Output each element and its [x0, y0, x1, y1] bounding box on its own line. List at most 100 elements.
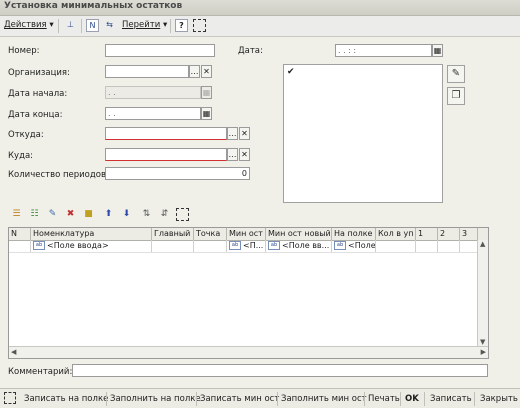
clear-button[interactable]: ✕	[201, 65, 212, 78]
move-down-icon[interactable]: ⬇	[120, 208, 133, 221]
cell-point[interactable]	[194, 240, 227, 252]
col-min-ost[interactable]: Мин ост	[227, 228, 266, 240]
write-button[interactable]: Записать	[430, 394, 472, 404]
select-button[interactable]: …	[189, 65, 200, 78]
col-1[interactable]: 1	[416, 228, 438, 240]
date-label: Дата:	[238, 46, 263, 56]
move-up-icon[interactable]: ⬆	[102, 208, 115, 221]
write-on-shelf-button[interactable]: Записать на полке	[24, 394, 108, 404]
separator	[400, 392, 401, 406]
cell-qty-pack[interactable]	[376, 240, 416, 252]
edit-row-icon[interactable]: ✎	[46, 208, 59, 221]
document-icon[interactable]: N	[86, 19, 99, 32]
scroll-right-icon[interactable]: ▶	[481, 348, 486, 356]
col-n[interactable]: N	[9, 228, 31, 240]
check-list[interactable]: ✔	[283, 64, 443, 203]
cell-n[interactable]	[9, 240, 31, 252]
copy-icon[interactable]: ❐	[447, 87, 465, 105]
sort-asc-icon[interactable]: ⇅	[140, 208, 153, 221]
scroll-down-icon[interactable]: ▼	[480, 338, 485, 346]
window-title: Установка минимальных остатков	[4, 1, 183, 11]
bottom-bar: Записать на полке Заполнить на полке Зап…	[0, 388, 520, 408]
separator	[474, 392, 475, 406]
calendar-icon[interactable]: ▦	[201, 107, 212, 120]
scroll-left-icon[interactable]: ◀	[11, 348, 16, 356]
customize-icon[interactable]	[193, 19, 206, 32]
vertical-scrollbar[interactable]: ▲ ▼	[477, 240, 488, 346]
comment-field[interactable]	[72, 364, 488, 377]
to-field[interactable]	[105, 148, 227, 161]
input-field-icon: ab	[268, 241, 280, 250]
scroll-up-icon[interactable]: ▲	[480, 240, 485, 248]
date-field[interactable]: . . : :	[335, 44, 432, 57]
from-field[interactable]	[105, 127, 227, 140]
col-2[interactable]: 2	[438, 228, 460, 240]
table-toolbar: ☰ ☷ ✎ ✖ ■ ⬆ ⬇ ⇅ ⇵	[8, 208, 208, 224]
input-field-icon: ab	[334, 241, 346, 250]
col-min-ost-new[interactable]: Мин ост новый	[266, 228, 332, 240]
select-button[interactable]: …	[227, 127, 238, 140]
select-button[interactable]: …	[227, 148, 238, 161]
cell-2[interactable]	[438, 240, 460, 252]
calendar-icon[interactable]: ▦	[201, 86, 212, 99]
related-docs-icon[interactable]: ⇆	[103, 19, 116, 32]
write-min-ost-button[interactable]: Записать мин ост	[200, 394, 279, 404]
goto-menu[interactable]: Перейти ▾	[122, 20, 167, 30]
fill-min-ost-button[interactable]: Заполнить мин ост	[281, 394, 367, 404]
sort-desc-icon[interactable]: ⇵	[158, 208, 171, 221]
organization-field[interactable]	[105, 65, 189, 78]
separator	[196, 392, 197, 406]
col-3[interactable]: 3	[460, 228, 478, 240]
save-icon[interactable]: ■	[82, 208, 95, 221]
delete-row-icon[interactable]: ✖	[64, 208, 77, 221]
end-date-field[interactable]: . .	[105, 107, 201, 120]
to-label: Куда:	[8, 151, 34, 161]
number-label: Номер:	[8, 46, 40, 56]
customize-icon[interactable]	[176, 208, 189, 221]
cell-min-ost[interactable]: ab <П...	[227, 240, 266, 252]
input-field-icon: ab	[33, 241, 45, 250]
cell-3[interactable]	[460, 240, 478, 252]
periods-field[interactable]: 0	[105, 167, 250, 180]
cell-min-ost-new[interactable]: ab <Поле вв...	[266, 240, 332, 252]
cell-main[interactable]	[152, 240, 194, 252]
col-on-shelf[interactable]: На полке	[332, 228, 376, 240]
col-nomenclature[interactable]: Номенклатура	[31, 228, 152, 240]
cell-nomenclature[interactable]: ab <Поле ввода>	[31, 240, 152, 252]
cell-1[interactable]	[416, 240, 438, 252]
horizontal-scrollbar[interactable]: ◀ ▶	[9, 346, 488, 358]
periods-label: Количество периодов:	[8, 170, 109, 180]
mark-all-icon[interactable]: ✎	[447, 65, 465, 83]
organization-label: Организация:	[8, 68, 70, 78]
clear-button[interactable]: ✕	[239, 127, 250, 140]
customize-icon[interactable]	[4, 392, 16, 404]
start-date-field[interactable]: . .	[105, 86, 201, 99]
ok-button[interactable]: OK	[405, 394, 419, 404]
title-bar: Установка минимальных остатков	[0, 0, 520, 16]
copy-row-icon[interactable]: ☷	[28, 208, 41, 221]
structure-icon[interactable]: ⊥	[64, 19, 77, 32]
add-row-icon[interactable]: ☰	[10, 208, 23, 221]
input-field-icon: ab	[229, 241, 241, 250]
col-point[interactable]: Точка	[194, 228, 227, 240]
comment-label: Комментарий:	[8, 367, 73, 377]
help-icon[interactable]: ?	[175, 19, 188, 32]
number-field[interactable]	[105, 44, 215, 57]
col-qty-pack[interactable]: Кол в уп	[376, 228, 416, 240]
toolbar-separator	[170, 19, 171, 33]
close-button[interactable]: Закрыть	[480, 394, 518, 404]
actions-menu[interactable]: Действия ▾	[4, 20, 54, 30]
calendar-icon[interactable]: ▦	[432, 44, 443, 57]
clear-button[interactable]: ✕	[239, 148, 250, 161]
start-date-label: Дата начала:	[8, 89, 68, 99]
fill-on-shelf-button[interactable]: Заполнить на полке	[110, 394, 201, 404]
print-button[interactable]: Печать	[368, 394, 400, 404]
cell-on-shelf[interactable]: ab<Поле...	[332, 240, 376, 252]
from-label: Откуда:	[8, 130, 44, 140]
separator	[364, 392, 365, 406]
table-row[interactable]: ab <Поле ввода> ab <П... ab <Поле вв... ab <…	[9, 240, 488, 253]
data-table[interactable]: N Номенклатура Главный Точка Мин ост Мин…	[8, 227, 489, 359]
separator	[106, 392, 107, 406]
check-icon[interactable]: ✔	[287, 67, 295, 77]
col-main[interactable]: Главный	[152, 228, 194, 240]
